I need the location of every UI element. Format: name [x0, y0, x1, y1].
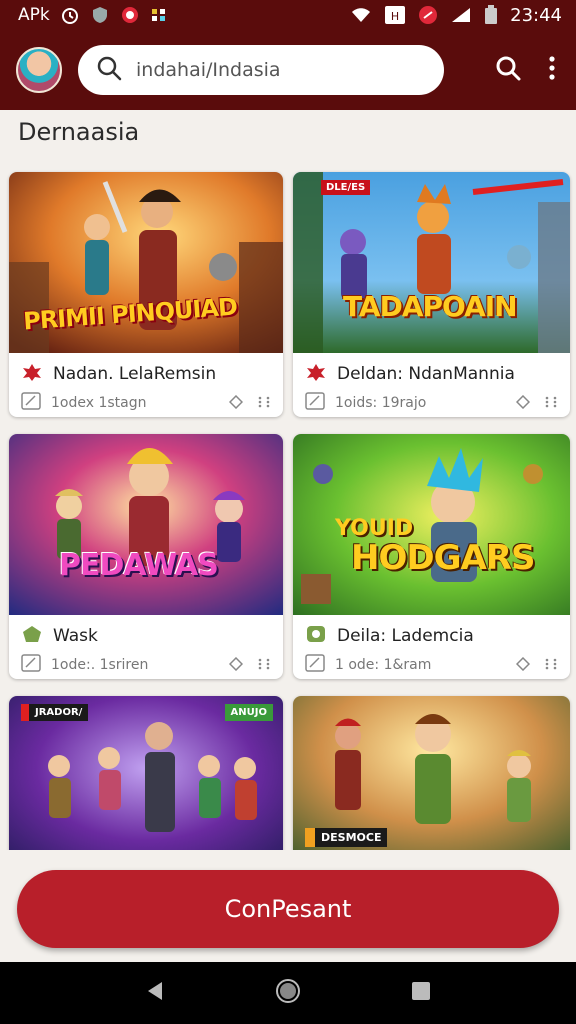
grid-icon[interactable]	[257, 656, 271, 675]
record-icon	[120, 5, 140, 25]
game-title: Deldan: NdanMannia	[337, 364, 515, 384]
clock: 23:44	[510, 4, 562, 26]
game-grid: PRIMII PINQUIAD Nadan. LelaRemsin 1odex …	[9, 172, 571, 866]
game-thumbnail[interactable]: YOUID HODGARS	[293, 434, 570, 615]
more-vert-icon[interactable]	[548, 55, 556, 85]
diamond-icon[interactable]	[228, 394, 244, 413]
shield-icon	[90, 5, 110, 25]
search-icon[interactable]	[494, 54, 522, 86]
game-card[interactable]: DLE/ES TADAPOAIN Deldan: NdanMannia 1oid…	[293, 172, 570, 417]
game-badge: DESMOCE	[305, 828, 388, 847]
diamond-icon[interactable]	[515, 656, 531, 675]
game-banner: TADAPOAIN	[343, 290, 518, 323]
svg-text:H: H	[391, 10, 399, 23]
game-badge: DLE/ES	[321, 180, 371, 195]
hd-icon: H	[384, 5, 406, 25]
game-thumbnail[interactable]: PRIMII PINQUIAD	[9, 172, 283, 353]
game-thumbnail[interactable]: JRADOR/ ANUJO	[9, 696, 283, 866]
game-badge: JRADOR/	[21, 704, 89, 721]
edit-icon	[21, 654, 41, 676]
game-badge: ANUJO	[224, 704, 273, 721]
back-icon[interactable]	[144, 980, 166, 1006]
game-card[interactable]: YOUID HODGARS Deila: Lademcia 1 ode: 1&r…	[293, 434, 570, 679]
wifi-icon	[350, 6, 372, 24]
game-card[interactable]: JRADOR/ ANUJO	[9, 696, 283, 866]
game-meta: 1oids: 19rajo	[335, 395, 427, 411]
diamond-icon[interactable]	[515, 394, 531, 413]
game-title: Nadan. LelaRemsin	[53, 364, 217, 384]
status-bar: APk H 23:44	[0, 0, 576, 30]
recents-icon[interactable]	[410, 980, 432, 1006]
search-bar[interactable]: indahai/Indasia	[78, 45, 444, 95]
edit-icon	[305, 392, 325, 414]
game-card[interactable]: PEDAWAS Wask 1ode:. 1sriren	[9, 434, 283, 679]
battery-icon	[484, 5, 498, 25]
game-title: Wask	[53, 626, 98, 646]
game-brand-icon	[21, 362, 43, 386]
dots-icon	[150, 6, 168, 24]
grid-icon[interactable]	[544, 656, 558, 675]
grid-icon[interactable]	[544, 394, 558, 413]
diamond-icon[interactable]	[228, 656, 244, 675]
game-brand-icon	[305, 362, 327, 386]
search-icon	[96, 55, 122, 85]
game-thumbnail[interactable]: DLE/ES TADAPOAIN	[293, 172, 570, 353]
app-bar: indahai/Indasia	[0, 30, 576, 110]
game-card[interactable]: DESMOCE	[293, 696, 570, 866]
game-brand-icon	[21, 624, 43, 648]
system-nav-bar	[0, 962, 576, 1024]
game-title: Deila: Lademcia	[337, 626, 474, 646]
carrier-label: APk	[18, 5, 50, 25]
game-meta: 1ode:. 1sriren	[51, 657, 149, 673]
game-card[interactable]: PRIMII PINQUIAD Nadan. LelaRemsin 1odex …	[9, 172, 283, 417]
game-banner: PEDAWAS	[59, 548, 219, 583]
game-meta: 1odex 1stagn	[51, 395, 147, 411]
game-thumbnail[interactable]: PEDAWAS	[9, 434, 283, 615]
data-icon	[418, 5, 438, 25]
edit-icon	[21, 392, 41, 414]
game-banner-line2: HODGARS	[351, 538, 535, 578]
edit-icon	[305, 654, 325, 676]
home-icon[interactable]	[275, 978, 301, 1008]
signal-icon	[450, 6, 472, 24]
game-thumbnail[interactable]: DESMOCE	[293, 696, 570, 866]
section-title: Dernaasia	[18, 118, 140, 146]
primary-action-button[interactable]: ConPesant	[17, 870, 559, 948]
alarm-icon	[60, 5, 80, 25]
game-meta: 1 ode: 1&ram	[335, 657, 432, 673]
search-input[interactable]: indahai/Indasia	[136, 59, 281, 81]
avatar[interactable]	[16, 47, 62, 93]
grid-icon[interactable]	[257, 394, 271, 413]
game-brand-icon	[305, 624, 327, 648]
